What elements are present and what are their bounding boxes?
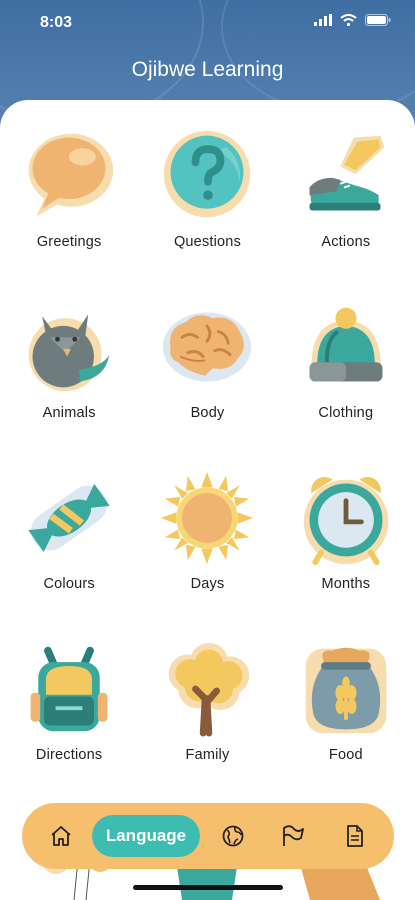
home-icon — [51, 826, 71, 846]
nav-language-tab[interactable]: Language — [92, 815, 200, 857]
category-greetings[interactable]: Greetings — [0, 128, 138, 299]
category-label: Family — [185, 747, 230, 763]
status-bar: 8:03 — [0, 0, 415, 44]
nav-document[interactable] — [338, 819, 372, 853]
category-label: Questions — [173, 234, 242, 250]
fox-icon — [28, 314, 110, 392]
tree-icon — [169, 642, 250, 737]
category-family[interactable]: Family — [138, 641, 276, 812]
home-indicator — [133, 885, 283, 890]
bottom-nav-bar: Language — [22, 803, 394, 869]
candy-icon — [28, 483, 110, 553]
category-label: Body — [190, 405, 225, 421]
wifi-icon — [340, 14, 357, 26]
category-months[interactable]: Months — [277, 470, 415, 641]
running-shoe-icon — [309, 135, 385, 211]
brain-icon — [163, 312, 252, 382]
flag-icon — [283, 825, 304, 846]
category-label: Days — [190, 576, 225, 592]
status-icons — [314, 14, 391, 26]
category-label: Animals — [42, 405, 96, 421]
category-directions[interactable]: Directions — [0, 641, 138, 812]
grain-sack-icon — [305, 647, 387, 734]
winter-hat-icon — [309, 307, 383, 382]
backpack-icon — [30, 646, 108, 732]
category-days[interactable]: Days — [138, 470, 276, 641]
category-food[interactable]: Food — [277, 641, 415, 812]
battery-icon — [365, 14, 391, 26]
signal-icon — [314, 14, 332, 26]
category-label: Months — [321, 576, 371, 592]
category-body[interactable]: Body — [138, 299, 276, 470]
status-time: 8:03 — [40, 14, 73, 31]
nav-globe[interactable] — [216, 819, 250, 853]
nav-home[interactable] — [44, 819, 78, 853]
speech-bubble-icon — [28, 133, 114, 217]
category-grid: Greetings Questions Actions Animals Body… — [0, 128, 415, 812]
category-label: Greetings — [36, 234, 102, 250]
category-animals[interactable]: Animals — [0, 299, 138, 470]
category-clothing[interactable]: Clothing — [277, 299, 415, 470]
document-icon — [347, 825, 363, 847]
category-label: Food — [328, 747, 363, 763]
globe-icon — [222, 825, 244, 847]
alarm-clock-icon — [303, 477, 389, 566]
category-label: Clothing — [318, 405, 374, 421]
category-label: Colours — [43, 576, 95, 592]
question-mark-icon — [164, 130, 251, 218]
main-content: Greetings Questions Actions Animals Body… — [0, 100, 415, 900]
category-actions[interactable]: Actions — [277, 128, 415, 299]
category-questions[interactable]: Questions — [138, 128, 276, 299]
category-colours[interactable]: Colours — [0, 470, 138, 641]
app-title: Ojibwe Learning — [131, 58, 284, 81]
category-label: Actions — [321, 234, 371, 250]
sun-icon — [161, 471, 254, 565]
category-label: Directions — [35, 747, 103, 763]
nav-flag[interactable] — [276, 819, 310, 853]
